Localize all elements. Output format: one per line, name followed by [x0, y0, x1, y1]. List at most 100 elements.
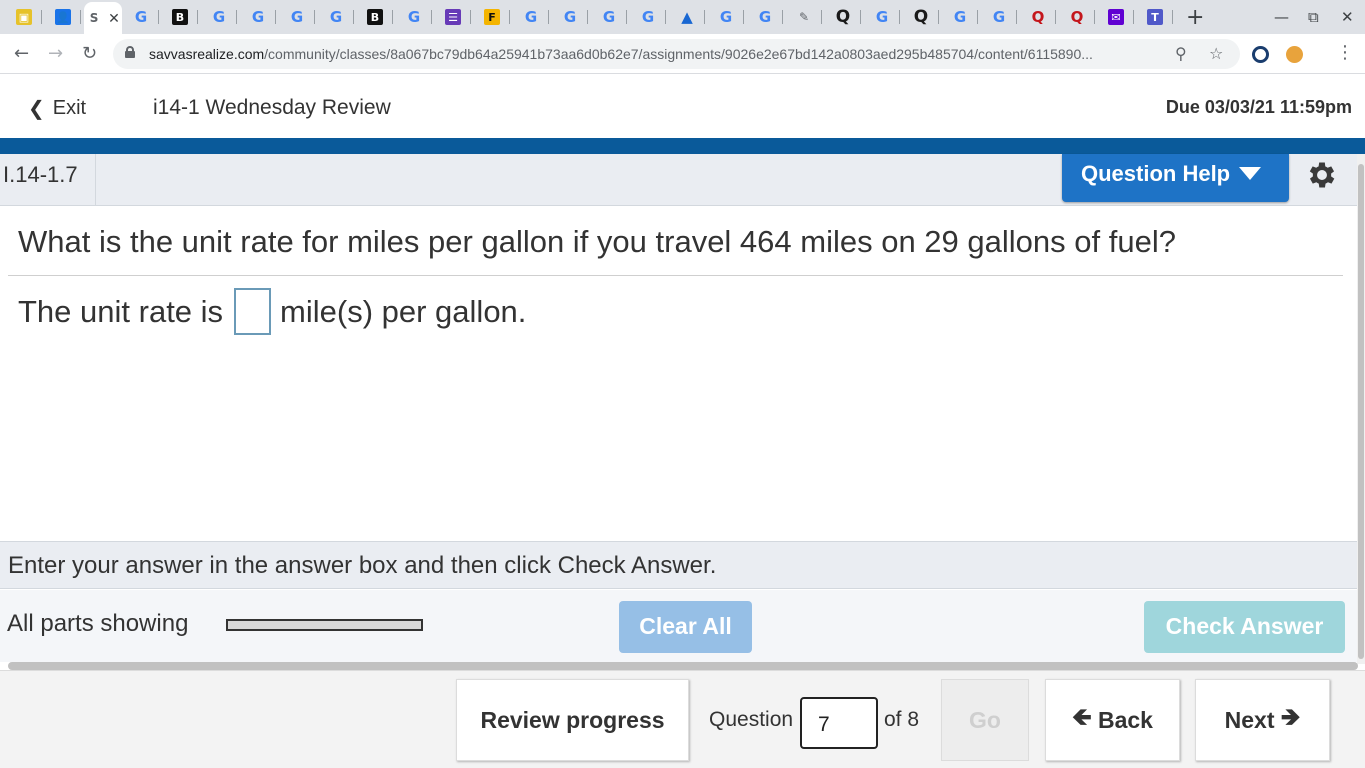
browser-tab[interactable]: ✎ — [786, 4, 822, 30]
scrollbar-thumb[interactable] — [1358, 164, 1364, 659]
browser-tab[interactable]: ▣ — [6, 4, 42, 30]
due-date: Due 03/03/21 11:59pm — [1165, 97, 1352, 117]
browser-tab-strip: ▣ 👤 S ✕ G B G G G G B G ☰ F G G G G ▲ G G ✎ Q G Q G G Q Q ✉ T + — ⧉ ✕ — [0, 0, 1365, 34]
close-window-icon[interactable]: ✕ — [1341, 8, 1354, 26]
tab-separator — [977, 10, 978, 24]
browser-tab[interactable]: G — [240, 4, 276, 30]
chevron-left-icon: ❮ — [28, 96, 45, 120]
browser-tab[interactable]: ▲ — [669, 4, 705, 30]
google-icon: G — [290, 8, 304, 26]
question-help-button[interactable]: Question Help — [1062, 154, 1289, 202]
browser-tab[interactable]: ☰ — [435, 4, 471, 30]
tab-separator — [743, 10, 744, 24]
browser-tab[interactable]: G — [630, 4, 666, 30]
browser-tab[interactable]: 👤 — [45, 4, 81, 30]
browser-tab[interactable]: Q — [1059, 4, 1095, 30]
restore-icon[interactable]: ⧉ — [1308, 8, 1319, 26]
browser-tab[interactable]: G — [123, 4, 159, 30]
google-icon: G — [407, 8, 421, 26]
tab-separator — [665, 10, 666, 24]
browser-tab[interactable]: G — [396, 4, 432, 30]
parts-showing-label: All parts showing — [7, 610, 189, 637]
back-arrow-icon[interactable]: ← — [14, 43, 29, 64]
browser-tab[interactable]: G — [591, 4, 627, 30]
savvas-icon: S — [89, 11, 99, 25]
reload-icon[interactable]: ↻ — [82, 43, 97, 64]
google-icon: G — [992, 8, 1006, 26]
zoom-icon[interactable]: ⚲ — [1175, 44, 1187, 63]
exit-button[interactable]: ❮ Exit — [28, 96, 86, 120]
quizizz-icon: Q — [1031, 8, 1045, 26]
tab-close-icon[interactable]: ✕ — [108, 10, 120, 27]
quizlet-icon: Q — [835, 7, 851, 27]
back-button[interactable]: 🡸 Back — [1045, 679, 1180, 761]
browser-tab[interactable]: T — [1137, 4, 1173, 30]
google-icon: G — [875, 8, 889, 26]
answer-prefix: The unit rate is — [18, 293, 224, 329]
google-icon: G — [329, 8, 343, 26]
browser-tab[interactable]: G — [513, 4, 549, 30]
tab-separator — [1016, 10, 1017, 24]
browser-tab[interactable]: G — [981, 4, 1017, 30]
answer-suffix: mile(s) per gallon. — [280, 293, 527, 329]
url-text[interactable]: savvasrealize.com/community/classes/8a06… — [149, 46, 1164, 62]
browser-tab[interactable]: G — [279, 4, 315, 30]
browser-tab[interactable]: Q — [825, 4, 861, 30]
browser-tab[interactable]: G — [708, 4, 744, 30]
tab-separator — [470, 10, 471, 24]
google-icon: G — [602, 8, 616, 26]
tab-separator — [314, 10, 315, 24]
vertical-scrollbar[interactable] — [1357, 154, 1365, 664]
clear-all-button[interactable]: Clear All — [619, 601, 752, 653]
tab-separator — [1133, 10, 1134, 24]
quizizz-icon: Q — [1070, 8, 1084, 26]
forms-icon: ☰ — [445, 9, 461, 25]
tab-separator — [236, 10, 237, 24]
gear-icon[interactable] — [1305, 158, 1339, 192]
browser-tab[interactable]: G — [747, 4, 783, 30]
browser-menu-icon[interactable]: ⋮ — [1336, 42, 1354, 63]
browser-tab[interactable]: G — [942, 4, 978, 30]
instruction-text: Enter your answer in the answer box and … — [0, 541, 1357, 589]
tab-separator — [1055, 10, 1056, 24]
browser-tab[interactable]: G — [201, 4, 237, 30]
check-answer-button[interactable]: Check Answer — [1144, 601, 1345, 653]
profile-avatar-icon[interactable] — [1286, 46, 1303, 63]
horizontal-scrollbar[interactable] — [8, 662, 1358, 670]
review-progress-button[interactable]: Review progress — [456, 679, 689, 761]
go-button[interactable]: Go — [941, 679, 1029, 761]
back-label: Back — [1097, 706, 1153, 733]
bookmark-star-icon[interactable]: ☆ — [1209, 44, 1223, 63]
browser-tab[interactable]: G — [864, 4, 900, 30]
question-id: I.14-1.7 — [0, 154, 96, 206]
lock-icon[interactable] — [125, 46, 135, 58]
question-toolbar: I.14-1.7 Question Help — [0, 154, 1357, 206]
tab-separator — [275, 10, 276, 24]
browser-tab[interactable]: G — [318, 4, 354, 30]
question-help-label: Question Help — [1081, 161, 1231, 186]
browser-tab[interactable]: F — [474, 4, 510, 30]
tab-separator — [626, 10, 627, 24]
tab-separator — [392, 10, 393, 24]
new-tab-button[interactable]: + — [1186, 5, 1204, 30]
answer-input[interactable] — [234, 288, 272, 335]
minimize-icon[interactable]: — — [1274, 8, 1289, 26]
question-number-input[interactable]: 7 — [800, 697, 878, 749]
forward-arrow-icon[interactable]: → — [48, 43, 63, 64]
browser-tab[interactable]: ✉ — [1098, 4, 1134, 30]
tab-separator — [587, 10, 588, 24]
browser-tab[interactable]: Q — [1020, 4, 1056, 30]
brainly-icon: B — [367, 9, 383, 25]
browser-tab[interactable]: G — [552, 4, 588, 30]
browser-tab[interactable]: S ✕ — [84, 2, 122, 34]
caret-down-icon — [1239, 166, 1262, 180]
tab-separator — [860, 10, 861, 24]
extension-icon[interactable] — [1252, 46, 1269, 63]
browser-tab[interactable]: B — [357, 4, 393, 30]
address-bar[interactable]: savvasrealize.com/community/classes/8a06… — [113, 39, 1240, 69]
browser-tab[interactable]: Q — [903, 4, 939, 30]
next-button[interactable]: Next 🡺 — [1195, 679, 1330, 761]
google-icon: G — [134, 8, 148, 26]
browser-tab[interactable]: B — [162, 4, 198, 30]
tab-separator — [938, 10, 939, 24]
